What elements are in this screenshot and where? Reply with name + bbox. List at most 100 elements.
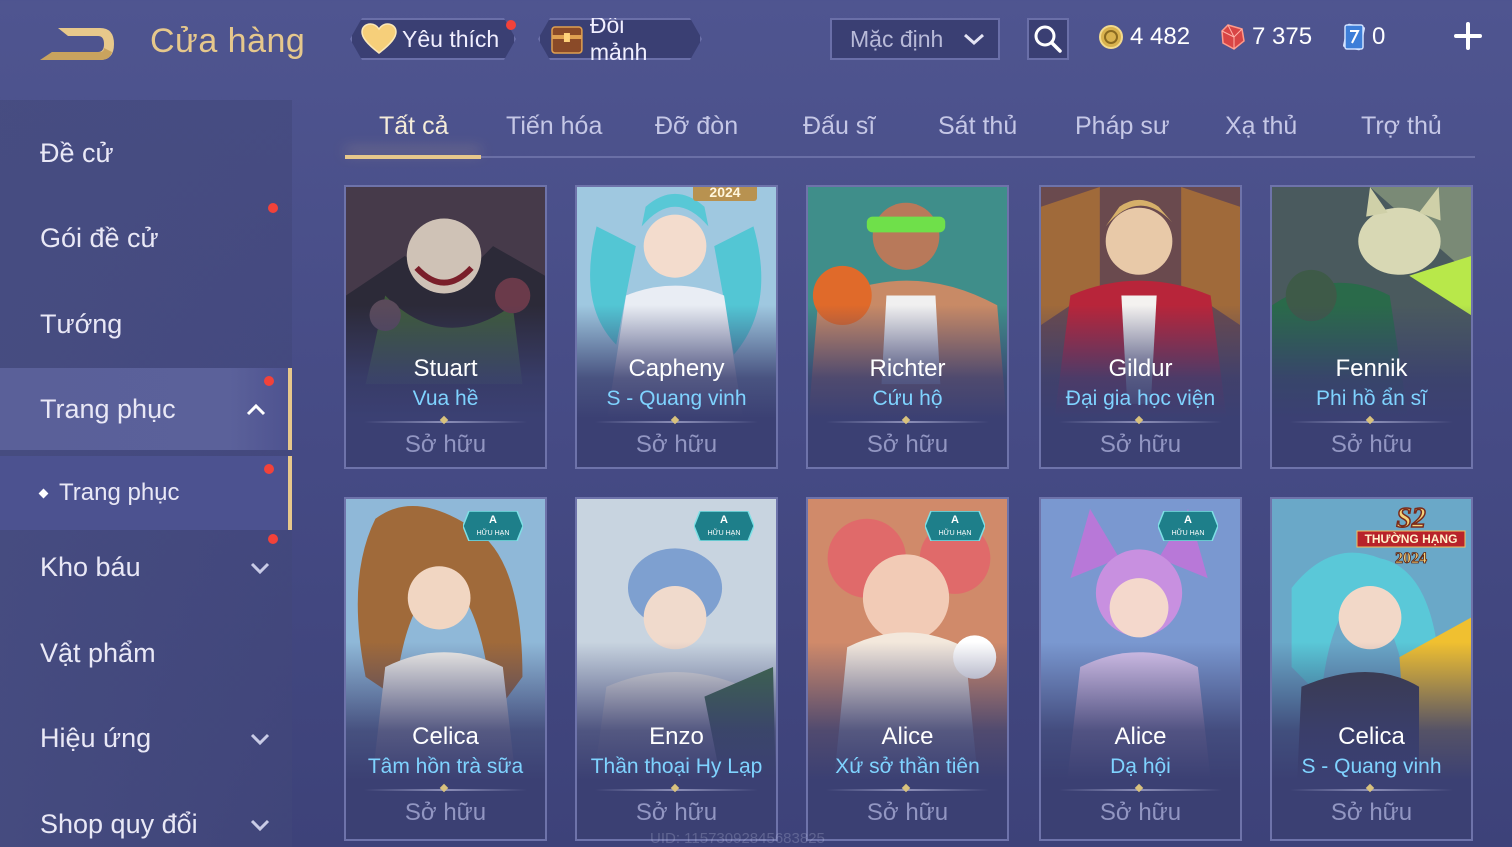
heart-icon — [360, 22, 398, 56]
tab-evolution[interactable]: Tiến hóa — [506, 112, 602, 141]
skin-card[interactable]: Gildur Đại gia học viện Sở hữu — [1039, 185, 1242, 469]
sidebar-item-items[interactable]: Vật phẩm — [0, 612, 292, 694]
hero-name: Gildur — [1108, 355, 1173, 382]
tab-all[interactable]: Tất cả — [379, 112, 448, 141]
divider — [826, 789, 989, 791]
category-sidebar: Đề cử Gói đề cử Tướng Trang phục Trang p… — [0, 100, 292, 847]
sidebar-item-label: Trang phục — [40, 393, 176, 424]
ruby-balance: 7 375 — [1220, 20, 1312, 54]
skin-name: Cứu hộ — [872, 387, 943, 410]
limited-badge: A HỮU HẠN — [925, 511, 985, 541]
owned-status: Sở hữu — [404, 799, 487, 826]
sidebar-item-treasure[interactable]: Kho báu — [0, 526, 292, 608]
divider — [1290, 421, 1453, 423]
tab-label: Tất cả — [379, 112, 449, 140]
divider — [1059, 789, 1222, 791]
hero-name: Enzo — [649, 723, 704, 750]
owned-status: Sở hữu — [866, 431, 949, 458]
tab-label: Đấu sĩ — [803, 112, 876, 140]
search-icon — [1034, 25, 1062, 53]
divider — [1059, 421, 1222, 423]
notification-dot — [506, 20, 516, 30]
tab-label: Đỡ đòn — [655, 112, 739, 140]
tab-label: Tiến hóa — [506, 112, 603, 140]
sidebar-item-heroes[interactable]: Tướng — [0, 283, 292, 365]
hero-name: Capheny — [628, 355, 725, 382]
skin-name: Vua hề — [412, 387, 479, 410]
sidebar-item-label: Trang phục — [59, 479, 180, 506]
hero-name: Celica — [412, 723, 479, 750]
sidebar-item-label: Gói đề cử — [40, 222, 159, 253]
sidebar-item-recommended[interactable]: Đề cử — [0, 112, 292, 194]
gold-coin-icon — [1099, 25, 1123, 49]
owned-status: Sở hữu — [866, 799, 949, 826]
tab-tank[interactable]: Đỡ đòn — [655, 112, 738, 141]
tab-label: Trợ thủ — [1361, 112, 1442, 140]
tab-label: Pháp sư — [1075, 112, 1170, 140]
tab-label: Xạ thủ — [1225, 112, 1298, 140]
back-button[interactable] — [38, 22, 118, 66]
skin-card[interactable]: Stuart Vua hề Sở hữu — [344, 185, 547, 469]
ruby-amount: 7 375 — [1252, 23, 1313, 50]
limited-badge: A HỮU HẠN — [463, 511, 523, 541]
tab-mage[interactable]: Pháp sư — [1075, 112, 1170, 141]
skin-card[interactable]: 2024 Capheny S - Quang vinh Sở hữu — [575, 185, 778, 469]
tab-label: Sát thủ — [938, 112, 1018, 140]
plus-icon — [1454, 22, 1482, 50]
skin-card[interactable]: S2 THƯỜNG HẠNG 2024 Celica S - Quang vin… — [1270, 497, 1473, 841]
skin-card[interactable]: A HỮU HẠN Alice Dạ hội Sở hữu — [1039, 497, 1242, 841]
chevron-down-icon — [250, 562, 270, 575]
skin-card[interactable]: Richter Cứu hộ Sở hữu — [806, 185, 1009, 469]
owned-status: Sở hữu — [635, 799, 718, 826]
back-arrow-icon — [40, 28, 114, 60]
divider — [364, 421, 527, 423]
owned-status: Sở hữu — [404, 431, 487, 458]
sidebar-item-label: Vật phẩm — [40, 637, 156, 668]
sort-selected-value: Mặc định — [850, 25, 944, 52]
skin-card[interactable]: A HỮU HẠN Enzo Thần thoại Hy Lạp Sở hữu — [575, 497, 778, 841]
owned-status: Sở hữu — [635, 431, 718, 458]
skin-name: Dạ hội — [1110, 755, 1171, 778]
badge-label: HỮU HẠN — [1172, 528, 1205, 537]
uid-watermark: UID: 115730928456838​25 — [650, 830, 825, 847]
owned-status: Sở hữu — [1330, 431, 1413, 458]
notification-dot — [264, 464, 274, 474]
sidebar-subitem-skins[interactable]: Trang phục — [0, 456, 292, 530]
divider — [1290, 789, 1453, 791]
tab-support[interactable]: Trợ thủ — [1361, 112, 1442, 141]
hero-name: Celica — [1338, 723, 1405, 750]
sidebar-item-effects[interactable]: Hiệu ứng — [0, 697, 292, 779]
sidebar-item-label: Shop quy đổi — [40, 808, 198, 839]
divider — [826, 421, 989, 423]
skin-name: Phi hồ ẩn sĩ — [1316, 387, 1427, 410]
add-currency-button[interactable] — [1452, 20, 1484, 52]
badge-year: 2024 — [1395, 550, 1427, 567]
sidebar-item-bundles[interactable]: Gói đề cử — [0, 197, 292, 279]
favorites-button[interactable]: Yêu thích — [350, 18, 516, 60]
sidebar-item-skins[interactable]: Trang phục — [0, 368, 292, 450]
favorites-label: Yêu thích — [402, 25, 500, 52]
exchange-shards-button[interactable]: Đổi mảnh — [538, 18, 702, 60]
sort-dropdown[interactable]: Mặc định — [830, 18, 1000, 60]
skin-name: Thần thoại Hy Lạp — [590, 755, 763, 778]
sidebar-item-exchange-shop[interactable]: Shop quy đổi — [0, 783, 292, 847]
search-button[interactable] — [1027, 18, 1069, 60]
hero-name: Richter — [869, 355, 946, 382]
role-tabs: Tất cả Tiến hóa Đỡ đòn Đấu sĩ Sát thủ Ph… — [345, 100, 1475, 159]
limited-badge: A HỮU HẠN — [694, 511, 754, 541]
skin-card[interactable]: A HỮU HẠN Celica Tâm hồn trà sữa Sở hữu — [344, 497, 547, 841]
tab-fighter[interactable]: Đấu sĩ — [803, 112, 875, 141]
skin-card[interactable]: Fennik Phi hồ ẩn sĩ Sở hữu — [1270, 185, 1473, 469]
sidebar-item-label: Tướng — [40, 308, 123, 339]
sidebar-item-label: Đề cử — [40, 137, 114, 168]
tab-marksman[interactable]: Xạ thủ — [1225, 112, 1297, 141]
skin-card[interactable]: A HỮU HẠN Alice Xứ sở thần tiên Sở hữu — [806, 497, 1009, 841]
tab-assassin[interactable]: Sát thủ — [938, 112, 1017, 141]
skin-name: S - Quang vinh — [1301, 755, 1442, 778]
badge-label: HỮU HẠN — [708, 528, 741, 537]
exchange-shards-label: Đổi mảnh — [589, 12, 648, 65]
chevron-down-icon — [250, 819, 270, 832]
badge-grade: A — [489, 514, 497, 526]
hero-name: Alice — [881, 723, 934, 750]
skin-name: Đại gia học viện — [1065, 387, 1216, 410]
